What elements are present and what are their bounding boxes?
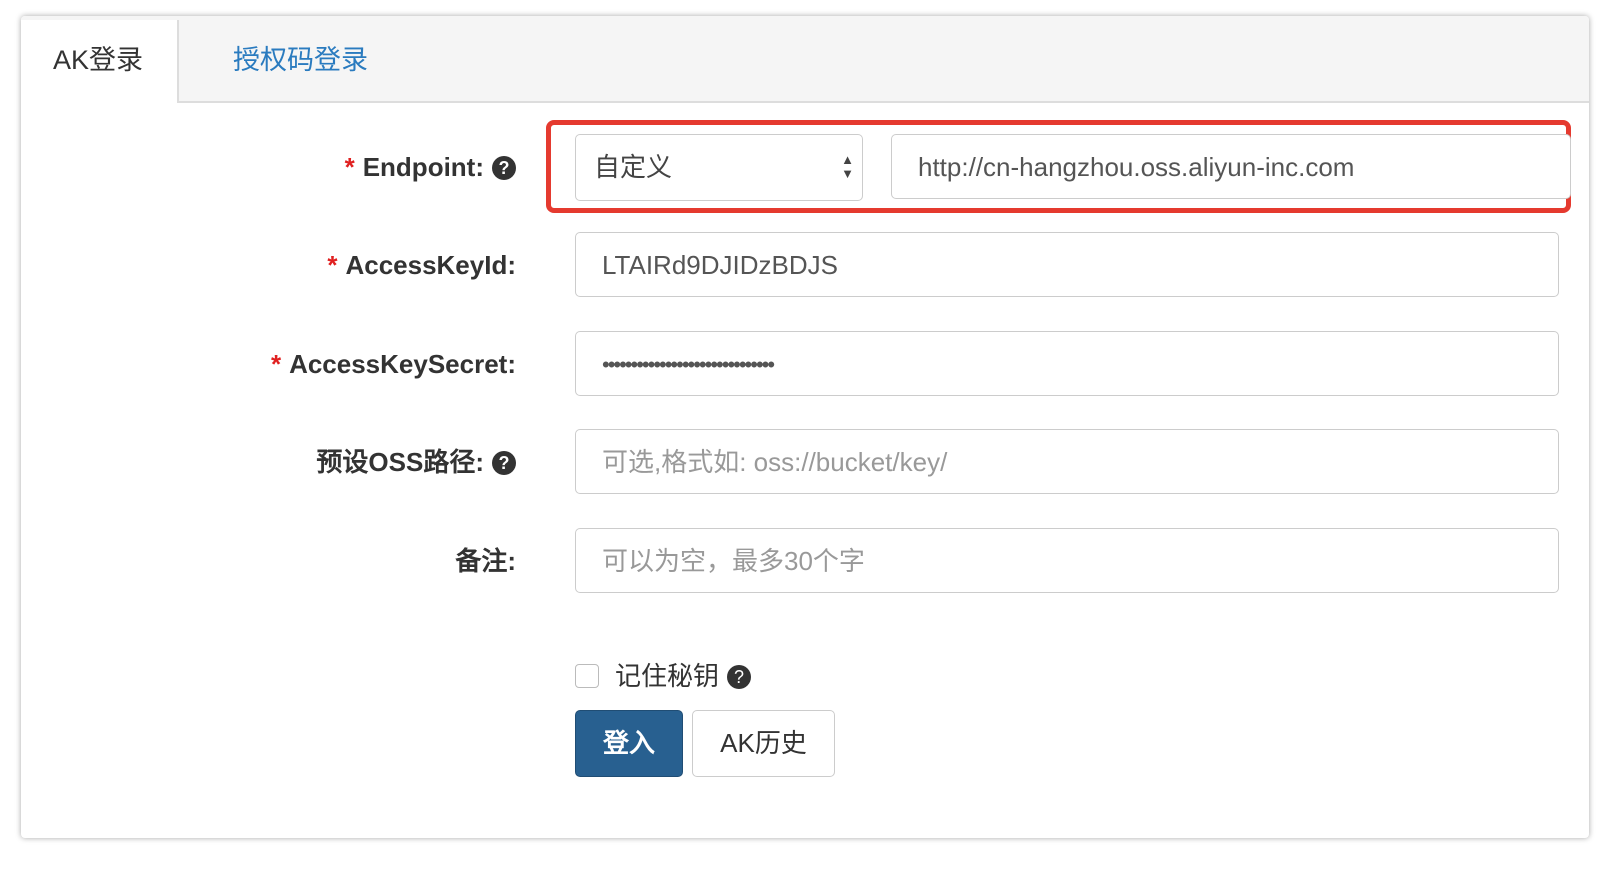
access-key-secret-input[interactable]: ••••••••••••••••••••••••••••••	[575, 331, 1559, 396]
select-arrows-icon: ▲ ▼	[841, 152, 854, 181]
login-panel: AK登录 授权码登录 * Endpoint:? 自定义 ▲ ▼ http://cn-h…	[21, 16, 1589, 838]
access-key-id-label: * AccessKeyId:	[327, 232, 516, 299]
oss-path-label-text: 预设OSS路径:	[316, 447, 484, 477]
remember-secret-text: 记住秘钥	[615, 661, 720, 691]
help-icon[interactable]: ?	[492, 156, 516, 180]
help-icon[interactable]: ?	[492, 451, 516, 475]
oss-path-label: 预设OSS路径:?	[316, 429, 516, 496]
access-key-id-input[interactable]: LTAIRd9DJIDzBDJS	[575, 232, 1559, 297]
endpoint-label: * Endpoint:?	[345, 134, 516, 201]
tab-bar: AK登录 授权码登录	[21, 16, 1589, 103]
endpoint-url-input[interactable]: http://cn-hangzhou.oss.aliyun-inc.com	[891, 134, 1571, 199]
required-mark: *	[270, 349, 282, 379]
oss-path-input[interactable]: 可选,格式如: oss://bucket/key/	[575, 429, 1559, 494]
help-icon[interactable]: ?	[727, 665, 752, 689]
required-mark: *	[344, 152, 355, 182]
access-key-id-label-text: AccessKeyId:	[345, 250, 516, 280]
note-label-text: 备注:	[455, 546, 516, 576]
required-mark: *	[327, 250, 338, 280]
tab-auth-code-login[interactable]: 授权码登录	[201, 20, 400, 103]
ak-history-button[interactable]: AK历史	[692, 710, 835, 777]
access-key-secret-label: * AccessKeySecret:	[271, 331, 516, 398]
endpoint-select[interactable]: 自定义 ▲ ▼	[575, 134, 863, 201]
note-label: 备注:	[455, 528, 516, 595]
tab-ak-login[interactable]: AK登录	[21, 20, 179, 103]
remember-secret-checkbox[interactable]	[575, 664, 599, 688]
endpoint-select-value: 自定义	[594, 152, 673, 182]
note-input[interactable]: 可以为空，最多30个字	[575, 528, 1559, 593]
remember-secret-label: 记住秘钥?	[615, 656, 752, 693]
login-button[interactable]: 登入	[575, 710, 683, 777]
endpoint-label-text: Endpoint:	[362, 152, 484, 182]
access-key-secret-label-text: AccessKeySecret:	[289, 349, 516, 379]
